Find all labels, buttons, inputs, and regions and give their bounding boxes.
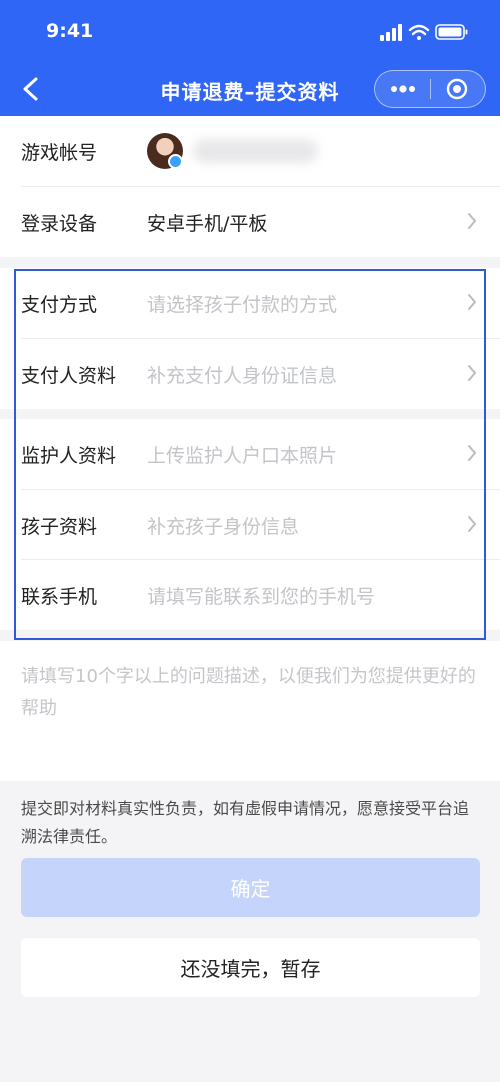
avatar [147,133,183,169]
mini-program-capsule [374,70,486,108]
account-card: 游戏帐号 登录设备 安卓手机/平板 [0,116,500,257]
chevron-right-icon [468,213,476,229]
capsule-divider [430,79,431,99]
login-device-value: 安卓手机/平板 [147,213,268,235]
status-bar: 9:41 [0,0,500,64]
description-box[interactable]: 请填写10个字以上的问题描述，以便我们为您提供更好的帮助 [0,641,500,781]
highlight-box [14,269,486,640]
legal-notice: 提交即对材料真实性负责，如有虚假申请情况，愿意接受平台追溯法律责任。 [21,799,470,846]
save-draft-button[interactable]: 还没填完，暂存 [21,938,480,997]
signal-icon [380,24,402,41]
battery-icon [435,24,468,40]
account-id-blurred [193,139,318,163]
more-dots-icon[interactable] [389,81,417,97]
game-account-row: 游戏帐号 [0,116,500,186]
wifi-icon [408,24,430,40]
description-textarea[interactable]: 请填写10个字以上的问题描述，以便我们为您提供更好的帮助 [21,661,481,725]
avatar-badge-icon [168,154,183,169]
confirm-button[interactable]: 确定 [21,858,480,917]
login-device-row[interactable]: 登录设备 安卓手机/平板 [0,187,500,257]
game-account-label: 游戏帐号 [21,142,98,164]
login-device-label: 登录设备 [21,213,98,235]
nav-bar: 申请退费–提交资料 [0,64,500,116]
target-icon[interactable] [446,78,468,100]
status-time: 9:41 [46,20,94,42]
status-icons [380,24,468,41]
